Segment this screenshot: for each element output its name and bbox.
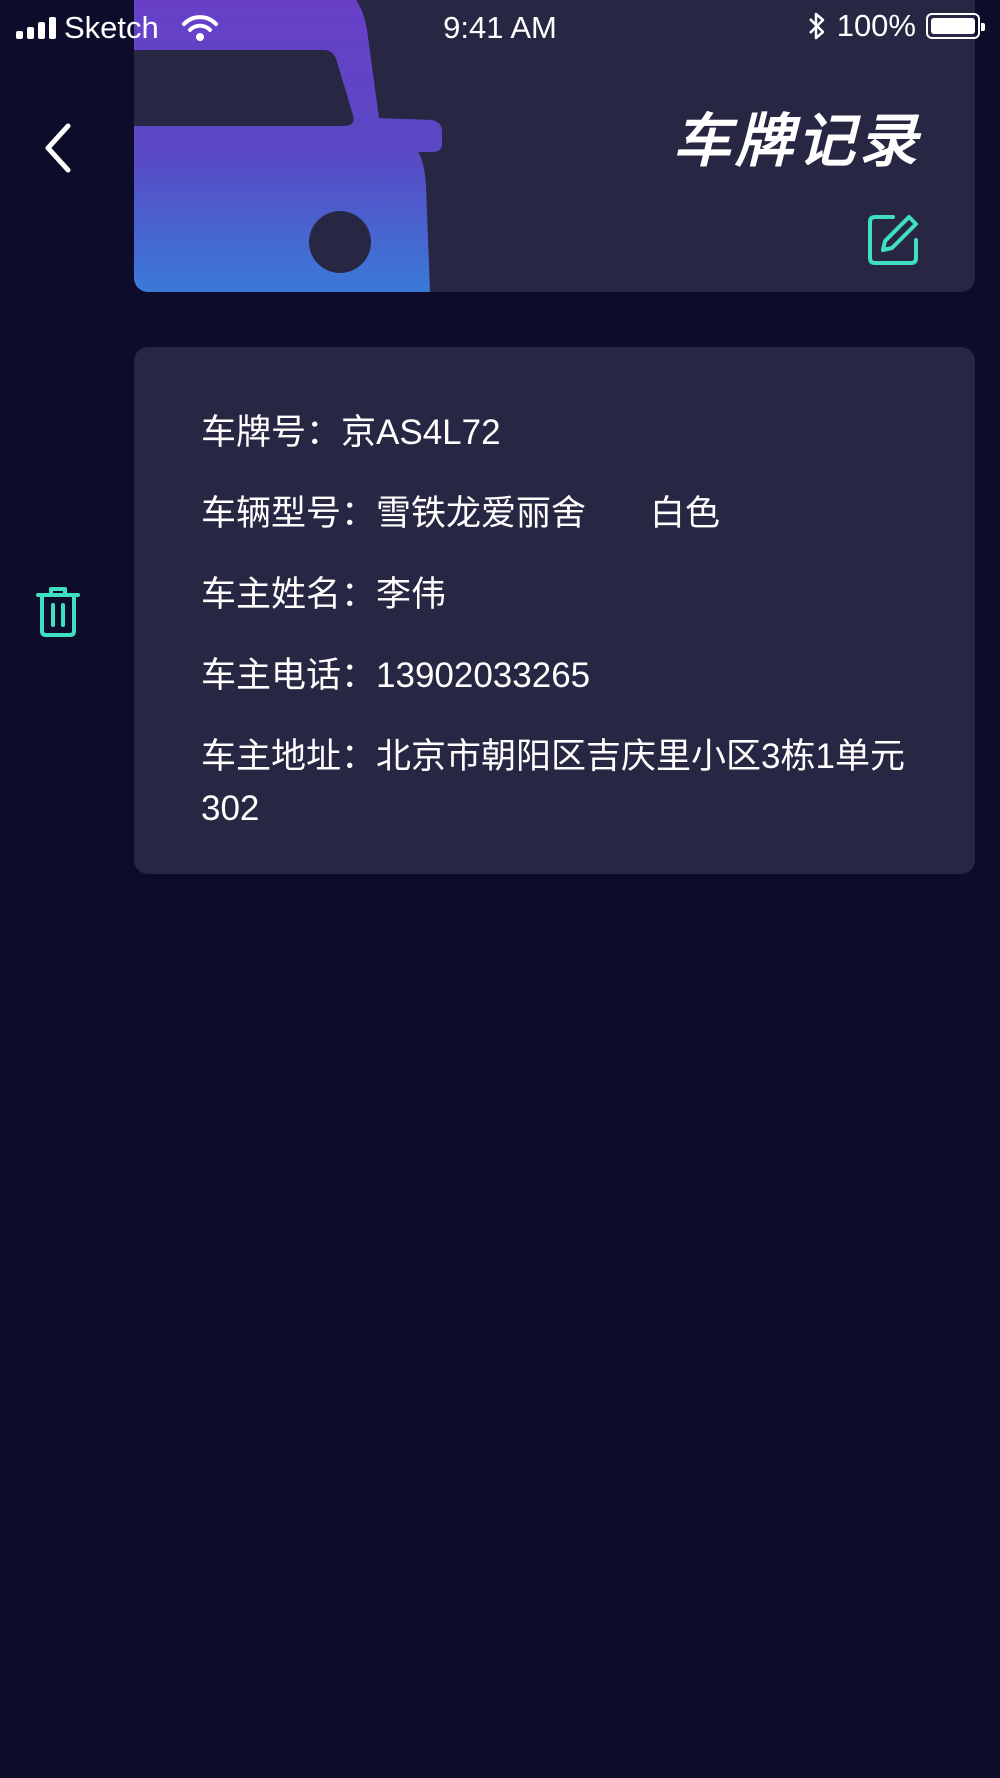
- plate-label: 车牌号：: [201, 413, 342, 452]
- back-button[interactable]: [30, 112, 86, 182]
- owner-name-row: 车主姓名：李伟: [201, 569, 955, 621]
- owner-address-label: 车主地址：: [201, 737, 377, 776]
- trash-icon: [36, 587, 80, 637]
- model-row: 车辆型号：雪铁龙爱丽舍 白色: [201, 488, 955, 540]
- chevron-left-icon: [45, 123, 71, 173]
- owner-phone-label: 车主电话：: [201, 656, 377, 695]
- color-value: 白色: [650, 494, 721, 533]
- owner-phone-row: 车主电话：13902033265: [201, 650, 955, 702]
- model-label: 车辆型号：: [201, 494, 377, 533]
- plate-value: 京AS4L72: [341, 413, 501, 452]
- edit-icon: [868, 215, 918, 265]
- owner-name-label: 车主姓名：: [201, 575, 377, 614]
- owner-name-value: 李伟: [376, 575, 447, 614]
- battery-icon: [926, 13, 985, 39]
- delete-button[interactable]: [34, 585, 82, 639]
- owner-phone-value: 13902033265: [376, 656, 591, 695]
- page-title: 车牌记录: [672, 107, 921, 175]
- status-bar: Sketch 9:41 AM 100%: [0, 0, 1000, 56]
- battery-percentage: 100%: [836, 8, 916, 43]
- bluetooth-icon: [808, 12, 824, 40]
- model-value: 雪铁龙爱丽舍: [376, 494, 587, 533]
- owner-address-row: 车主地址：北京市朝阳区吉庆里小区3栋1单元302: [201, 731, 955, 835]
- edit-button[interactable]: [865, 212, 921, 268]
- vehicle-info-card: 车牌号：京AS4L72 车辆型号：雪铁龙爱丽舍 白色 车主姓名：李伟 车主电话：1…: [134, 347, 975, 874]
- status-right: 100%: [807, 8, 985, 44]
- plate-row: 车牌号：京AS4L72: [201, 407, 955, 459]
